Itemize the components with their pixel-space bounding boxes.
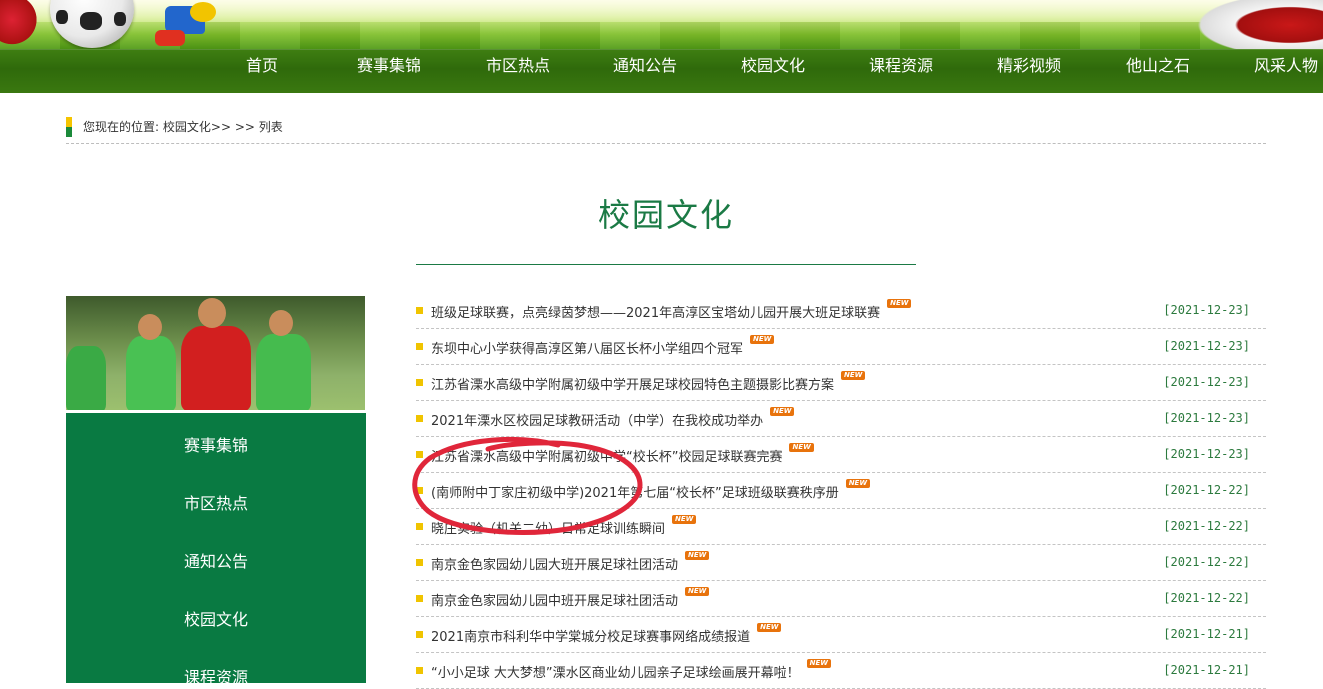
breadcrumb-link-section[interactable]: 校园文化 — [163, 120, 211, 134]
main-nav: 首页 赛事集锦 市区热点 通知公告 校园文化 课程资源 精彩视频 他山之石 风采… — [0, 49, 1323, 93]
list-item: 2021南京市科利华中学棠城分校足球赛事网络成绩报道NEW [2021-12-2… — [416, 617, 1266, 653]
new-badge-icon: NEW — [672, 515, 697, 524]
article-title-link[interactable]: 南京金色家园幼儿园中班开展足球社团活动NEW — [431, 587, 710, 609]
bullet-icon — [416, 523, 423, 530]
banner-player-figure — [0, 0, 40, 49]
list-item: “小小足球 大大梦想”溧水区商业幼儿园亲子足球绘画展开幕啦！NEW [2021-… — [416, 653, 1266, 689]
article-title-link[interactable]: (南师附中丁家庄初级中学)2021年第七届“校长杯”足球班级联赛秩序册NEW — [431, 479, 871, 501]
breadcrumb-separator: >> — [234, 120, 255, 134]
breadcrumb-current: 列表 — [258, 120, 283, 134]
nav-item-people[interactable]: 风采人物 — [1254, 49, 1318, 93]
sidebar-photo — [66, 296, 365, 410]
article-date: [2021-12-23] — [1163, 339, 1250, 353]
list-item: 江苏省溧水高级中学附属初级中学开展足球校园特色主题摄影比赛方案NEW [2021… — [416, 365, 1266, 401]
list-item: 南京金色家园幼儿园中班开展足球社团活动NEW [2021-12-22] — [416, 581, 1266, 617]
sidebar-item-city-hotspots[interactable]: 市区热点 — [184, 490, 248, 514]
nav-item-course-resources[interactable]: 课程资源 — [869, 49, 933, 93]
nav-item-city-hotspots[interactable]: 市区热点 — [486, 49, 550, 93]
article-title-link[interactable]: 班级足球联赛，点亮绿茵梦想——2021年高淳区宝塔幼儿园开展大班足球联赛NEW — [431, 299, 912, 321]
bullet-icon — [416, 487, 423, 494]
nav-item-videos[interactable]: 精彩视频 — [997, 49, 1061, 93]
sidebar-item-notices[interactable]: 通知公告 — [184, 548, 248, 572]
article-date: [2021-12-22] — [1163, 483, 1250, 497]
breadcrumb-separator: >> — [210, 120, 231, 134]
banner-cartoon-figure — [150, 0, 240, 49]
nav-item-match-highlights[interactable]: 赛事集锦 — [357, 49, 421, 93]
new-badge-icon: NEW — [887, 299, 912, 308]
new-badge-icon: NEW — [841, 371, 866, 380]
list-item: 班级足球联赛，点亮绿茵梦想——2021年高淳区宝塔幼儿园开展大班足球联赛NEW … — [416, 293, 1266, 329]
article-list: 班级足球联赛，点亮绿茵梦想——2021年高淳区宝塔幼儿园开展大班足球联赛NEW … — [416, 293, 1266, 689]
bullet-icon — [416, 667, 423, 674]
article-date: [2021-12-21] — [1163, 663, 1250, 677]
article-date: [2021-12-23] — [1163, 303, 1250, 317]
bullet-icon — [416, 451, 423, 458]
nav-item-home[interactable]: 首页 — [246, 49, 278, 93]
new-badge-icon: NEW — [750, 335, 775, 344]
bullet-icon — [416, 379, 423, 386]
article-date: [2021-12-23] — [1163, 447, 1250, 461]
bullet-icon — [416, 415, 423, 422]
new-badge-icon: NEW — [757, 623, 782, 632]
nav-item-campus-culture[interactable]: 校园文化 — [741, 49, 805, 93]
breadcrumb-marker-green — [66, 127, 72, 137]
list-item: 南京金色家园幼儿园大班开展足球社团活动NEW [2021-12-22] — [416, 545, 1266, 581]
article-title-link[interactable]: 江苏省溧水高级中学附属初级中学“校长杯”校园足球联赛完赛NEW — [431, 443, 814, 465]
bullet-icon — [416, 307, 423, 314]
new-badge-icon: NEW — [685, 551, 710, 560]
bullet-icon — [416, 631, 423, 638]
nav-item-other-stones[interactable]: 他山之石 — [1126, 49, 1190, 93]
banner-ball-decoration — [1185, 0, 1323, 49]
breadcrumb-marker-yellow — [66, 117, 72, 127]
list-item: 江苏省溧水高级中学附属初级中学“校长杯”校园足球联赛完赛NEW [2021-12… — [416, 437, 1266, 473]
article-date: [2021-12-22] — [1163, 555, 1250, 569]
page-title: 校园文化 — [597, 196, 734, 234]
list-item: (南师附中丁家庄初级中学)2021年第七届“校长杯”足球班级联赛秩序册NEW [… — [416, 473, 1266, 509]
article-title-link[interactable]: 2021南京市科利华中学棠城分校足球赛事网络成绩报道NEW — [431, 623, 782, 645]
sidebar-item-course-resources[interactable]: 课程资源 — [184, 664, 248, 688]
article-title-link[interactable]: 南京金色家园幼儿园大班开展足球社团活动NEW — [431, 551, 710, 573]
bullet-icon — [416, 559, 423, 566]
new-badge-icon: NEW — [806, 659, 831, 668]
article-date: [2021-12-21] — [1163, 627, 1250, 641]
bullet-icon — [416, 343, 423, 350]
article-title-link[interactable]: “小小足球 大大梦想”溧水区商业幼儿园亲子足球绘画展开幕啦！NEW — [431, 659, 831, 681]
new-badge-icon: NEW — [845, 479, 871, 488]
sidebar-menu: 赛事集锦 市区热点 通知公告 校园文化 课程资源 — [66, 413, 366, 687]
breadcrumb: 您现在的位置: 校园文化>> >> 列表 — [66, 115, 1266, 144]
article-title-link[interactable]: 晓庄实验（机关二幼）日常足球训练瞬间NEW — [431, 515, 697, 537]
sidebar-item-match-highlights[interactable]: 赛事集锦 — [184, 432, 248, 456]
new-badge-icon: NEW — [789, 443, 814, 452]
article-title-link[interactable]: 江苏省溧水高级中学附属初级中学开展足球校园特色主题摄影比赛方案NEW — [431, 371, 866, 393]
list-item: 东坝中心小学获得高淳区第八届区长杯小学组四个冠军NEW [2021-12-23] — [416, 329, 1266, 365]
article-date: [2021-12-23] — [1163, 375, 1250, 389]
article-date: [2021-12-22] — [1163, 519, 1250, 533]
sidebar-item-campus-culture[interactable]: 校园文化 — [184, 606, 248, 630]
list-item: 晓庄实验（机关二幼）日常足球训练瞬间NEW [2021-12-22] — [416, 509, 1266, 545]
article-date: [2021-12-23] — [1163, 411, 1250, 425]
title-divider — [416, 264, 916, 265]
bullet-icon — [416, 595, 423, 602]
article-title-link[interactable]: 2021年溧水区校园足球教研活动（中学）在我校成功举办NEW — [431, 407, 795, 429]
new-badge-icon: NEW — [770, 407, 795, 416]
article-date: [2021-12-22] — [1163, 591, 1250, 605]
header-banner — [0, 0, 1323, 49]
list-item: 2021年溧水区校园足球教研活动（中学）在我校成功举办NEW [2021-12-… — [416, 401, 1266, 437]
new-badge-icon: NEW — [685, 587, 710, 596]
breadcrumb-prefix: 您现在的位置: — [83, 120, 160, 134]
article-title-link[interactable]: 东坝中心小学获得高淳区第八届区长杯小学组四个冠军NEW — [431, 335, 775, 357]
nav-item-notices[interactable]: 通知公告 — [613, 49, 677, 93]
